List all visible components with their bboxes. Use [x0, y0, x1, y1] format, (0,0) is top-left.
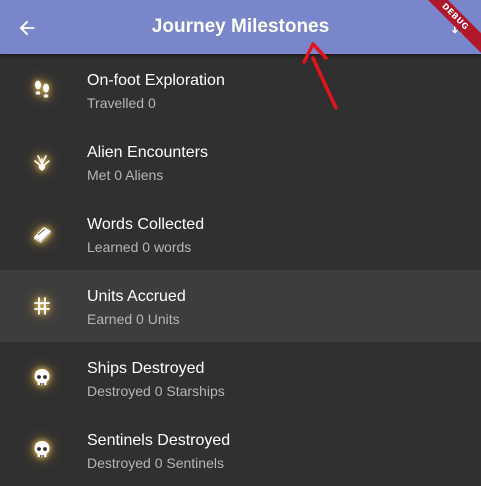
units-icon: [34, 297, 50, 315]
sort-icon[interactable]: [449, 17, 469, 37]
list-item-subtitle: Learned 0 words: [87, 239, 192, 255]
alien-hand-icon: [34, 155, 50, 171]
skull-icon: [34, 369, 50, 385]
list-item-subtitle: Travelled 0: [87, 95, 156, 111]
milestone-list: On-foot Exploration Travelled 0 Alien En…: [0, 54, 481, 486]
list-item-label: On-foot Exploration: [87, 72, 225, 89]
list-item-label: Alien Encounters: [87, 144, 208, 161]
app-bar: Journey Milestones: [0, 0, 481, 54]
list-item-label: Ships Destroyed: [87, 360, 205, 377]
list-item-label: Words Collected: [87, 216, 205, 233]
list-item-subtitle: Earned 0 Units: [87, 311, 180, 327]
list-item[interactable]: Ships Destroyed Destroyed 0 Starships: [0, 342, 481, 414]
list-item[interactable]: Words Collected Learned 0 words: [0, 198, 481, 270]
list-item-label: Sentinels Destroyed: [87, 432, 231, 449]
list-item-label: Units Accrued: [87, 288, 186, 305]
page-title: Journey Milestones: [151, 16, 330, 37]
list-item[interactable]: Alien Encounters Met 0 Aliens: [0, 126, 481, 198]
list-item-subtitle: Met 0 Aliens: [87, 167, 164, 183]
footprints-icon: [35, 80, 49, 98]
list-item[interactable]: Units Accrued Earned 0 Units: [0, 270, 481, 342]
skull-icon: [34, 441, 50, 457]
list-item-subtitle: Destroyed 0 Starships: [87, 383, 225, 399]
book-icon: [34, 227, 51, 243]
list-item-subtitle: Destroyed 0 Sentinels: [87, 455, 224, 471]
list-item[interactable]: Sentinels Destroyed Destroyed 0 Sentinel…: [0, 414, 481, 486]
list-item[interactable]: On-foot Exploration Travelled 0: [0, 54, 481, 126]
